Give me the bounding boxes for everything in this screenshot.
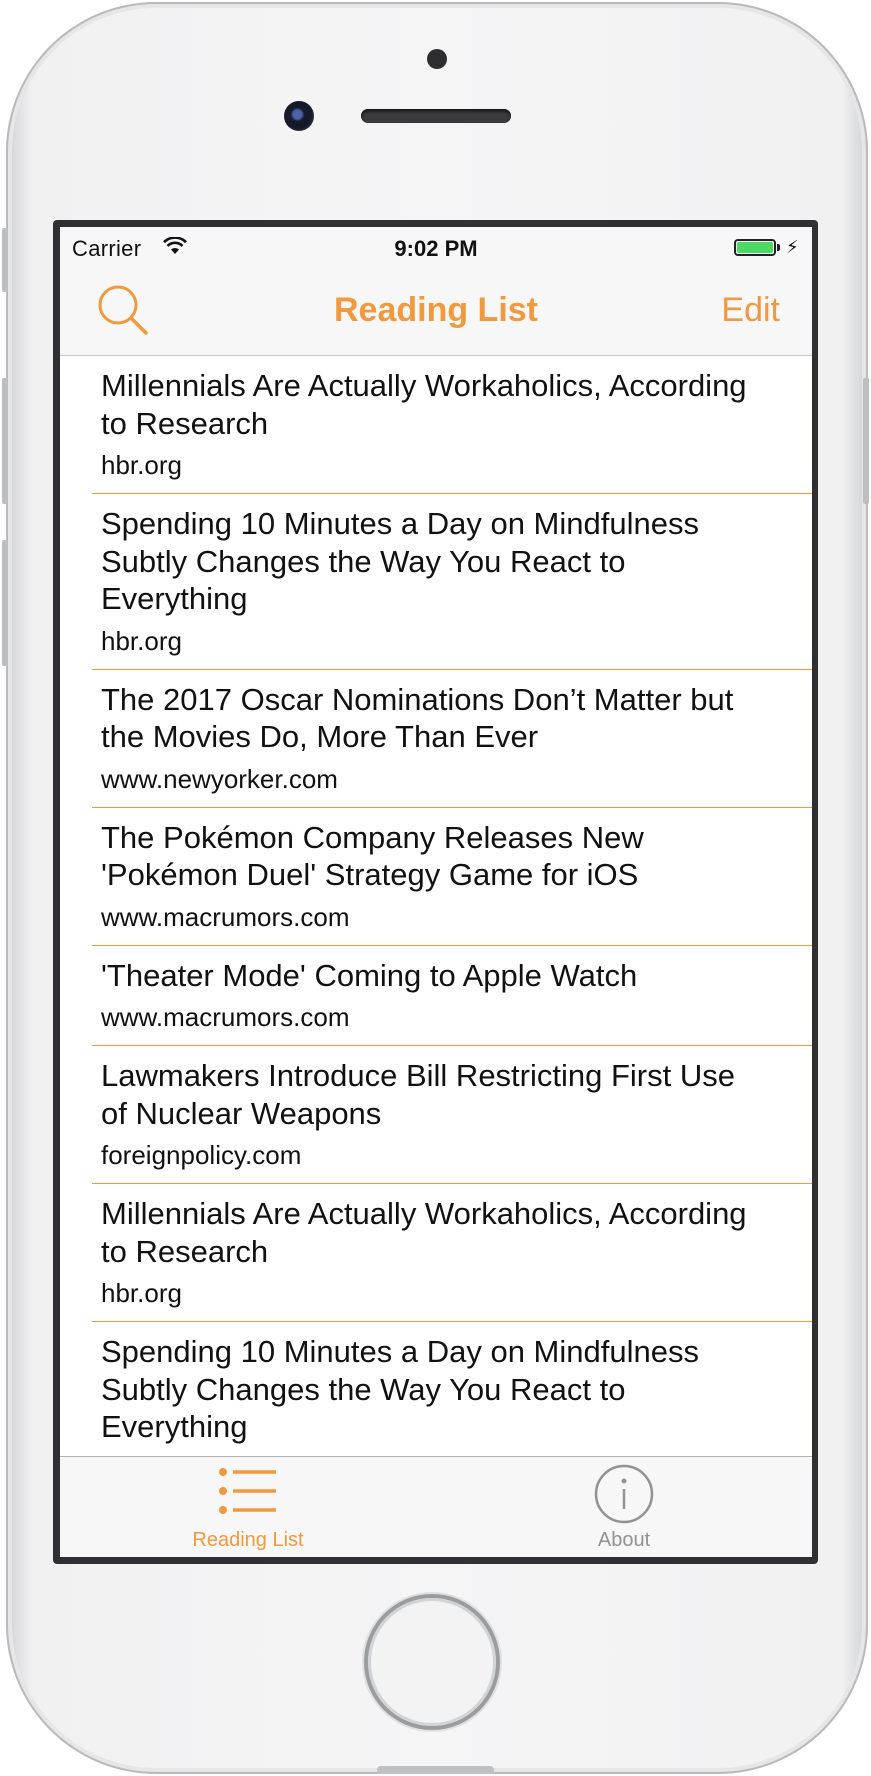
article-domain: foreignpolicy.com xyxy=(101,1140,302,1170)
tab-reading-list-label: Reading List xyxy=(192,1529,304,1551)
article-title: The Pokémon Company Releases New 'Pokémo… xyxy=(101,819,644,893)
list-icon xyxy=(219,1468,276,1514)
bottom-port xyxy=(377,1766,494,1774)
article-title: Millennials Are Actually Workaholics, Ac… xyxy=(101,1196,747,1269)
list-item[interactable]: Millennials Are Actually Workaholics, Ac… xyxy=(92,356,812,494)
tab-about[interactable]: About xyxy=(436,1457,812,1557)
home-button[interactable] xyxy=(368,1598,496,1726)
list-item[interactable]: Spending 10 Minutes a Day on Mindfulness… xyxy=(92,494,812,670)
article-domain: hbr.org xyxy=(101,625,182,656)
screen: Carrier 9:02 PM ⚡︎ Reading List Edit Mil… xyxy=(60,227,812,1557)
battery-level xyxy=(737,242,773,253)
article-title: 'Theater Mode' Coming to Apple Watch xyxy=(101,957,638,993)
reading-list: Millennials Are Actually Workaholics, Ac… xyxy=(60,356,812,1446)
article-title: The 2017 Oscar Nominations Don’t Matter … xyxy=(101,681,734,755)
article-title: Millennials Are Actually Workaholics, Ac… xyxy=(101,368,747,441)
tab-reading-list[interactable]: Reading List xyxy=(60,1457,436,1557)
list-item[interactable]: Millennials Are Actually Workaholics, Ac… xyxy=(92,1184,812,1322)
battery-icon xyxy=(734,239,776,256)
list-item[interactable]: Lawmakers Introduce Bill Restricting Fir… xyxy=(92,1046,812,1184)
article-domain: hbr.org xyxy=(101,1278,182,1308)
navigation-bar: Reading List Edit xyxy=(60,267,812,356)
power-button xyxy=(863,378,869,504)
mute-switch xyxy=(2,228,8,292)
tab-about-label: About xyxy=(597,1529,651,1551)
list-item[interactable]: The 2017 Oscar Nominations Don’t Matter … xyxy=(92,670,812,808)
clock: 9:02 PM xyxy=(394,236,478,261)
status-bar: Carrier 9:02 PM ⚡︎ xyxy=(60,227,812,267)
article-title: Spending 10 Minutes a Day on Mindfulness… xyxy=(101,1334,699,1444)
article-domain: www.macrumors.com xyxy=(101,901,350,932)
info-icon xyxy=(594,1464,654,1524)
proximity-sensor xyxy=(427,49,447,69)
article-domain: hbr.org xyxy=(101,450,182,480)
battery-tip xyxy=(777,244,780,251)
list-item[interactable]: 'Theater Mode' Coming to Apple Watch www.… xyxy=(92,946,812,1046)
edit-button[interactable]: Edit xyxy=(721,291,780,330)
volume-down-button xyxy=(2,540,8,666)
volume-up-button xyxy=(2,378,8,504)
article-title: Spending 10 Minutes a Day on Mindfulness… xyxy=(101,506,699,616)
tab-bar: Reading List About xyxy=(60,1456,812,1557)
charging-icon: ⚡︎ xyxy=(786,237,799,257)
article-domain: www.newyorker.com xyxy=(101,763,338,794)
article-title: Lawmakers Introduce Bill Restricting Fir… xyxy=(101,1058,735,1131)
article-domain: www.macrumors.com xyxy=(101,1002,350,1032)
front-camera xyxy=(284,101,314,131)
page-title: Reading List xyxy=(333,291,539,329)
earpiece-speaker xyxy=(361,109,511,123)
list-item[interactable]: The Pokémon Company Releases New 'Pokémo… xyxy=(92,808,812,946)
list-item[interactable]: Spending 10 Minutes a Day on Mindfulness… xyxy=(92,1322,812,1446)
